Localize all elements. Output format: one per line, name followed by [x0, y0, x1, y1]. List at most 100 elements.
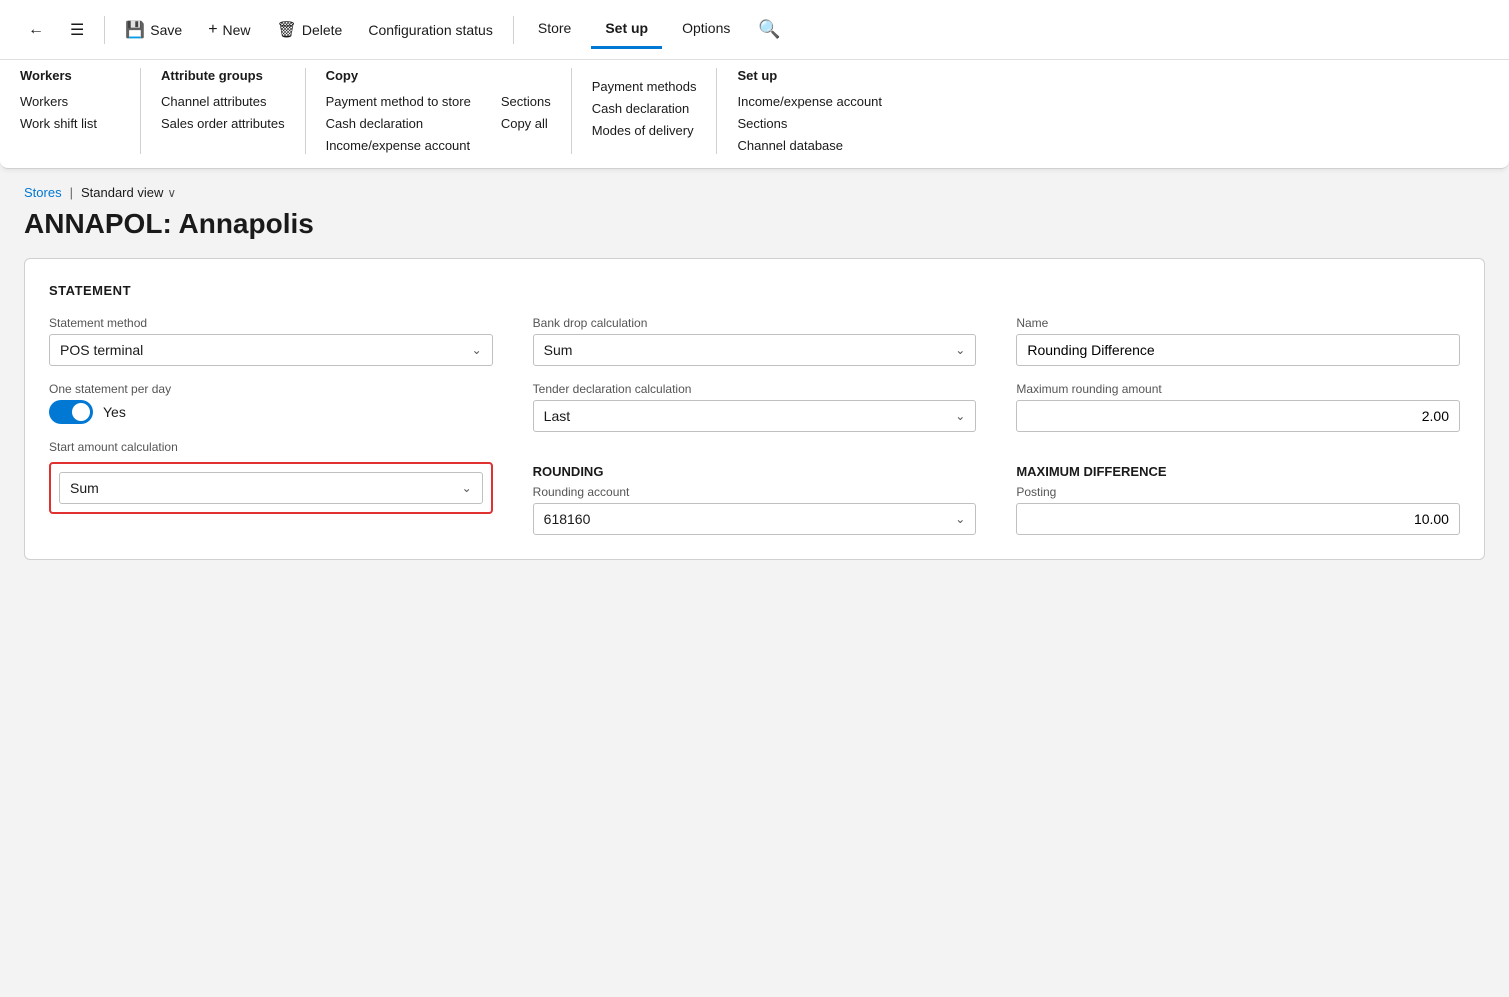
name-input[interactable] [1016, 334, 1460, 366]
bank-drop-value: Sum [544, 342, 573, 358]
tab-store[interactable]: Store [524, 10, 585, 49]
tender-declaration-label: Tender declaration calculation [533, 382, 977, 396]
tender-declaration-select[interactable]: Last ⌄ [533, 400, 977, 432]
ribbon-copy-col2: Sections Copy all [501, 93, 551, 154]
toggle-knob [72, 403, 90, 421]
new-button[interactable]: + Set up New [198, 15, 260, 45]
ribbon-payment-items: Payment methods Cash declaration Modes o… [592, 78, 697, 139]
toolbar-separator-2 [513, 16, 514, 44]
start-amount-field: Start amount calculation Sum ⌄ [49, 440, 493, 514]
menu-button[interactable]: ☰ [60, 14, 94, 46]
ribbon-item-payment-method-to-store[interactable]: Payment method to store [326, 93, 471, 110]
start-amount-chevron-icon: ⌄ [462, 481, 472, 495]
ribbon-group-copy: Copy Payment method to store Cash declar… [305, 68, 571, 154]
ribbon-item-modes-of-delivery[interactable]: Modes of delivery [592, 122, 697, 139]
ribbon-item-workers[interactable]: Workers [20, 93, 120, 110]
one-statement-toggle[interactable] [49, 400, 93, 424]
ribbon-group-attribute-items: Channel attributes Sales order attribute… [161, 93, 285, 132]
toolbar-separator-1 [104, 16, 105, 44]
breadcrumb-link[interactable]: Stores [24, 185, 62, 200]
max-difference-section-field: MAXIMUM DIFFERENCE Posting [1016, 464, 1460, 535]
statement-method-select[interactable]: POS terminal ⌄ [49, 334, 493, 366]
rounding-account-select[interactable]: 618160 ⌄ [533, 503, 977, 535]
page-content: Stores | Standard view ∨ ANNAPOL: Annapo… [0, 169, 1509, 576]
ribbon-item-income-expense-account-2[interactable]: Income/expense account [737, 93, 882, 110]
start-amount-value: Sum [70, 480, 99, 496]
start-amount-label: Start amount calculation [49, 440, 493, 454]
chevron-down-icon: ∨ [167, 186, 176, 200]
start-amount-highlight: Sum ⌄ [49, 462, 493, 514]
ribbon-group-payment: Payment methods Cash declaration Modes o… [571, 68, 717, 154]
form-grid: Statement method POS terminal ⌄ One stat… [49, 316, 1460, 535]
ribbon-item-work-shift-list[interactable]: Work shift list [20, 115, 120, 132]
rounding-account-label: Rounding account [533, 485, 977, 499]
tab-options[interactable]: Options [668, 10, 744, 49]
breadcrumb: Stores | Standard view ∨ [24, 185, 1485, 200]
ribbon-item-sections-2[interactable]: Sections [737, 115, 882, 132]
ribbon-group-attribute-groups-header: Attribute groups [161, 68, 285, 83]
bank-drop-field: Bank drop calculation Sum ⌄ [533, 316, 977, 366]
posting-input[interactable] [1016, 503, 1460, 535]
statement-section-title: STATEMENT [49, 283, 1460, 298]
ribbon-group-workers-items: Workers Work shift list [20, 93, 120, 132]
posting-label: Posting [1016, 485, 1460, 499]
rounding-account-chevron-icon: ⌄ [955, 512, 965, 526]
bank-drop-label: Bank drop calculation [533, 316, 977, 330]
ribbon-item-sales-order-attributes[interactable]: Sales order attributes [161, 115, 285, 132]
bank-drop-chevron-icon: ⌄ [955, 343, 965, 357]
name-field: Name [1016, 316, 1460, 366]
max-rounding-input[interactable] [1016, 400, 1460, 432]
bank-drop-select[interactable]: Sum ⌄ [533, 334, 977, 366]
start-amount-select[interactable]: Sum ⌄ [59, 472, 483, 504]
delete-button[interactable]: 🗑 Delete [267, 14, 353, 46]
ribbon-item-cash-declaration-2[interactable]: Cash declaration [592, 100, 697, 117]
form-card: STATEMENT Statement method POS terminal … [24, 258, 1485, 560]
tender-declaration-value: Last [544, 408, 570, 424]
ribbon-item-copy-all[interactable]: Copy all [501, 115, 551, 132]
ribbon-item-cash-declaration[interactable]: Cash declaration [326, 115, 471, 132]
ribbon-item-sections[interactable]: Sections [501, 93, 551, 110]
name-label: Name [1016, 316, 1460, 330]
ribbon-item-income-expense-account[interactable]: Income/expense account [326, 137, 471, 154]
ribbon-group-setup-header: Set up [737, 68, 882, 83]
toggle-row: Yes [49, 400, 493, 424]
back-button[interactable]: ← [18, 15, 54, 45]
view-selector[interactable]: Standard view ∨ [81, 185, 176, 200]
statement-method-label: Statement method [49, 316, 493, 330]
ribbon-group-workers-header: Workers [20, 68, 120, 83]
max-rounding-label: Maximum rounding amount [1016, 382, 1460, 396]
ribbon-item-channel-database[interactable]: Channel database [737, 137, 882, 154]
toolbar: ← ☰ 💾 Save + Set up New 🗑 Delete Configu… [0, 0, 1509, 60]
search-icon[interactable]: 🔍 [758, 19, 780, 40]
ribbon: Workers Workers Work shift list Attribut… [0, 60, 1509, 169]
ribbon-item-payment-methods[interactable]: Payment methods [592, 78, 697, 95]
breadcrumb-separator: | [70, 185, 73, 200]
page-title: ANNAPOL: Annapolis [24, 208, 1485, 240]
max-difference-section-title: MAXIMUM DIFFERENCE [1016, 464, 1460, 479]
ribbon-group-workers: Workers Workers Work shift list [20, 68, 140, 154]
ribbon-group-copy-header: Copy [326, 68, 551, 83]
trash-icon: 🗑 [277, 20, 297, 40]
form-col-name: Name Maximum rounding amount MAXIMUM DIF… [1016, 316, 1460, 535]
ribbon-item-channel-attributes[interactable]: Channel attributes [161, 93, 285, 110]
form-col-statement: Statement method POS terminal ⌄ One stat… [49, 316, 493, 535]
statement-method-chevron-icon: ⌄ [472, 343, 482, 357]
max-rounding-field: Maximum rounding amount [1016, 382, 1460, 432]
config-status-button[interactable]: Configuration status [358, 16, 503, 44]
back-icon: ← [28, 21, 44, 39]
ribbon-copy-col1: Payment method to store Cash declaration… [326, 93, 471, 154]
rounding-section-field: ROUNDING Rounding account 618160 ⌄ [533, 464, 977, 535]
statement-method-field: Statement method POS terminal ⌄ [49, 316, 493, 366]
ribbon-group-setup: Set up Income/expense account Sections C… [716, 68, 902, 154]
plus-icon: + [208, 21, 217, 39]
statement-method-value: POS terminal [60, 342, 143, 358]
form-col-bank: Bank drop calculation Sum ⌄ Tender decla… [533, 316, 977, 535]
tender-declaration-chevron-icon: ⌄ [955, 409, 965, 423]
save-button[interactable]: 💾 Save [115, 14, 192, 46]
tab-setup[interactable]: Set up [591, 10, 662, 49]
ribbon-group-attribute-groups: Attribute groups Channel attributes Sale… [140, 68, 305, 154]
save-icon: 💾 [125, 20, 145, 40]
ribbon-setup-items: Income/expense account Sections Channel … [737, 93, 882, 154]
toggle-value-label: Yes [103, 404, 126, 420]
hamburger-icon: ☰ [70, 20, 84, 40]
